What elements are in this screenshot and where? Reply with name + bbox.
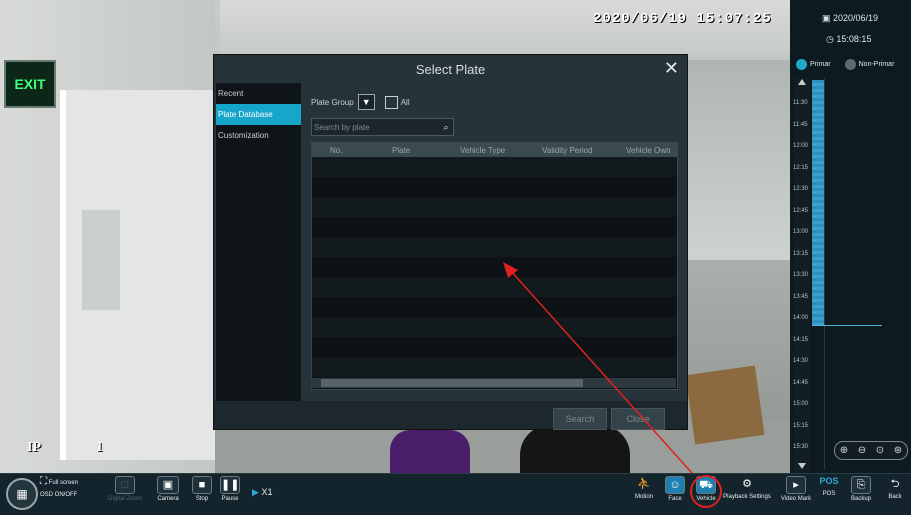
- speed-control[interactable]: ▶ X1: [252, 487, 292, 498]
- playback-settings-button[interactable]: ⚙ Playback Settings: [722, 476, 772, 500]
- pause-icon: ❚❚: [220, 476, 240, 494]
- stop-label: Stop: [195, 496, 209, 502]
- pos-label: POS: [822, 491, 836, 497]
- full-screen-control[interactable]: ⛶ Full screen OSD ON/OFF: [40, 476, 94, 498]
- back-label: Back: [888, 494, 902, 500]
- annotation-arrow: [503, 262, 701, 483]
- motion-button[interactable]: ⛹ Motion: [630, 476, 658, 500]
- motion-label: Motion: [634, 494, 653, 500]
- face-button[interactable]: ☺ Face: [662, 476, 688, 502]
- camera-icon: ▣: [157, 476, 179, 494]
- pause-label: Pause: [221, 496, 239, 502]
- playback-settings-label: Playback Settings: [723, 494, 771, 500]
- layout-icon[interactable]: ▦: [6, 478, 38, 510]
- digital-zoom-label: Digital Zoom: [108, 496, 142, 502]
- osd-label[interactable]: OSD ON/OFF: [40, 492, 77, 498]
- face-label: Face: [668, 496, 682, 502]
- full-screen-label: Full screen: [48, 480, 79, 486]
- camera-label: Camera: [157, 496, 179, 502]
- backup-button[interactable]: ⎘ Backup: [844, 476, 878, 502]
- motion-icon: ⛹: [637, 478, 651, 490]
- video-mark-label: Video Mark: [780, 496, 812, 502]
- speed-label: X1: [261, 487, 273, 497]
- video-mark-icon: ▸: [786, 476, 806, 494]
- pause-button[interactable]: ❚❚ Pause: [218, 476, 242, 502]
- digital-zoom-button[interactable]: □ Digital Zoom: [100, 476, 150, 502]
- gear-icon: ⚙: [742, 478, 752, 490]
- camera-button[interactable]: ▣ Camera: [150, 476, 186, 502]
- face-icon: ☺: [665, 476, 685, 494]
- pos-button[interactable]: POS POS: [817, 476, 841, 497]
- back-button[interactable]: ⮌ Back: [883, 476, 907, 500]
- play-icon: ▶: [252, 487, 259, 497]
- backup-icon: ⎘: [851, 476, 871, 494]
- pos-icon: POS: [819, 476, 839, 486]
- annotation-arrow-line: [509, 269, 701, 483]
- back-icon: ⮌: [890, 478, 900, 490]
- full-screen-icon: ⛶: [40, 476, 47, 487]
- stop-icon: ■: [192, 476, 212, 494]
- backup-label: Backup: [850, 496, 871, 502]
- stop-button[interactable]: ■ Stop: [191, 476, 213, 502]
- digital-zoom-icon: □: [115, 476, 135, 494]
- video-mark-button[interactable]: ▸ Video Mark: [778, 476, 814, 502]
- highlight-circle: [690, 475, 722, 508]
